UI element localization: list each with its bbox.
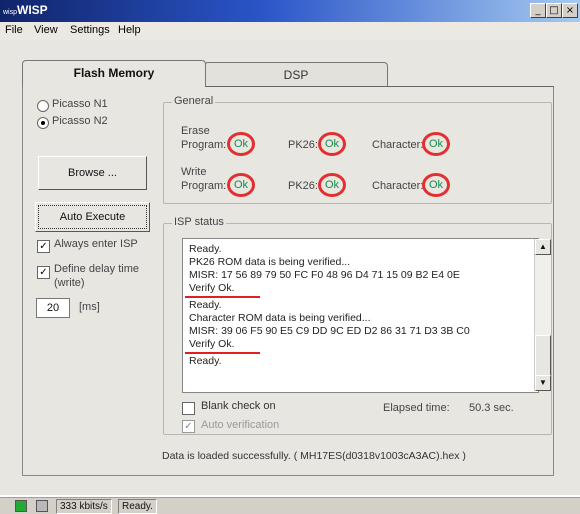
elapsed-value: 50.3 sec. — [469, 402, 514, 414]
delay-input[interactable]: 20 — [36, 298, 70, 318]
title-bar: wispWISP _ □ × — [0, 0, 580, 22]
load-message: Data is loaded successfully. ( MH17ES(d0… — [162, 450, 466, 462]
erase-character-status: Ok — [422, 132, 450, 156]
log-line: Verify Ok. — [189, 338, 235, 350]
radio-label: Picasso N1 — [52, 98, 108, 110]
log-line: MISR: 39 06 F5 90 E5 C9 DD 9C ED D2 86 3… — [189, 325, 470, 337]
write-character-status: Ok — [422, 173, 450, 197]
erase-character-label: Character: — [372, 139, 424, 151]
always-enter-isp-checkbox[interactable]: ✓ — [37, 240, 50, 253]
isp-log[interactable]: Ready. PK26 ROM data is being verified..… — [182, 238, 539, 393]
erase-program-status: Ok — [227, 132, 255, 156]
minimize-button[interactable]: _ — [530, 3, 546, 18]
define-delay-sublabel: (write) — [54, 277, 85, 289]
auto-execute-button[interactable]: Auto Execute — [35, 202, 150, 232]
window-title: wispWISP — [3, 3, 48, 17]
general-title: General — [172, 95, 216, 107]
auto-verification-label: Auto verification — [201, 419, 280, 431]
status-text: Ready. — [118, 499, 157, 514]
log-line: PK26 ROM data is being verified... — [189, 256, 351, 268]
define-delay-checkbox[interactable]: ✓ — [37, 266, 50, 279]
write-pk26-label: PK26: — [288, 180, 318, 192]
scroll-thumb[interactable] — [535, 335, 551, 377]
menu-bar: File View Settings Help — [0, 22, 580, 40]
blank-check-label: Blank check on — [201, 400, 276, 412]
log-scrollbar[interactable]: ▲ ▼ — [534, 239, 551, 391]
activity-led-icon — [36, 500, 48, 512]
define-delay-label: Define delay time — [54, 263, 139, 275]
erase-label: Erase — [181, 125, 210, 137]
browse-button[interactable]: Browse ... — [38, 156, 147, 190]
close-button[interactable]: × — [562, 3, 578, 18]
tab-flash-memory[interactable]: Flash Memory — [22, 60, 206, 87]
erase-program-label: Program: — [181, 139, 227, 151]
write-character-label: Character: — [372, 180, 424, 192]
menu-help[interactable]: Help — [118, 24, 141, 36]
log-line: Character ROM data is being verified... — [189, 312, 371, 324]
write-label: Write — [181, 166, 207, 178]
menu-settings[interactable]: Settings — [70, 24, 110, 36]
tab-dsp[interactable]: DSP — [204, 62, 388, 87]
status-bar: 333 kbits/s Ready. — [0, 497, 580, 514]
log-line: MISR: 17 56 89 79 50 FC F0 48 96 D4 71 1… — [189, 269, 460, 281]
erase-pk26-label: PK26: — [288, 139, 318, 151]
verify-underline — [185, 296, 260, 298]
log-line: Verify Ok. — [189, 282, 235, 294]
connection-led-icon — [15, 500, 27, 512]
log-line: Ready. — [189, 243, 222, 255]
radio-picasso-n1[interactable] — [37, 100, 49, 112]
log-line: Ready. — [189, 355, 222, 367]
menu-view[interactable]: View — [34, 24, 58, 36]
always-enter-isp-label: Always enter ISP — [54, 238, 138, 250]
scroll-down-icon[interactable]: ▼ — [535, 375, 551, 391]
write-program-status: Ok — [227, 173, 255, 197]
speed-readout: 333 kbits/s — [56, 499, 112, 514]
log-line: Ready. — [189, 299, 222, 311]
radio-label: Picasso N2 — [52, 115, 108, 127]
scroll-up-icon[interactable]: ▲ — [535, 239, 551, 255]
write-pk26-status: Ok — [318, 173, 346, 197]
radio-picasso-n2[interactable] — [37, 117, 49, 129]
elapsed-label: Elapsed time: — [383, 402, 450, 414]
verify-underline — [185, 352, 260, 354]
auto-verification-checkbox[interactable]: ✓ — [182, 420, 195, 433]
menu-file[interactable]: File — [5, 24, 23, 36]
erase-pk26-status: Ok — [318, 132, 346, 156]
write-program-label: Program: — [181, 180, 227, 192]
delay-unit: [ms] — [79, 301, 100, 313]
isp-status-title: ISP status — [172, 216, 226, 228]
maximize-button[interactable]: □ — [546, 3, 562, 18]
blank-check-checkbox[interactable] — [182, 402, 195, 415]
